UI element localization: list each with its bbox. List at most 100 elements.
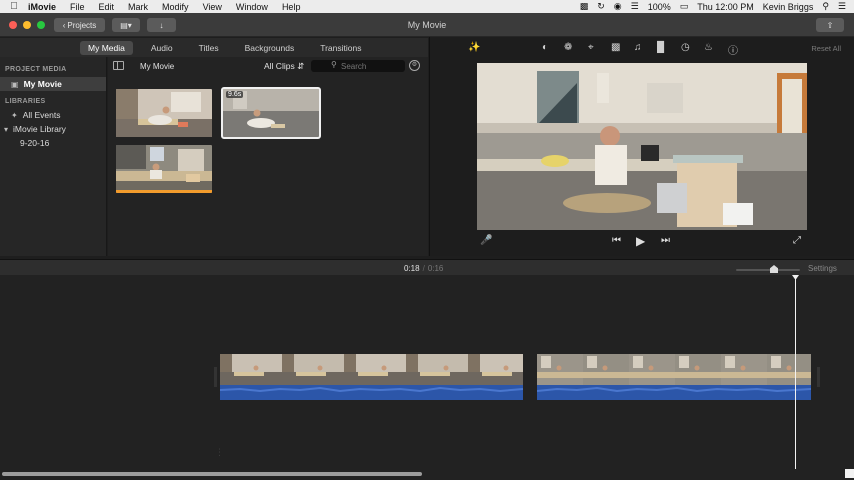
waveform-1 <box>220 385 523 400</box>
clip-1-frames <box>220 354 523 385</box>
menu-user[interactable]: Kevin Briggs <box>763 2 814 12</box>
notification-center-icon[interactable]: ☰ <box>838 1 846 12</box>
battery-icon[interactable]: ▭ <box>680 1 689 12</box>
tab-backgrounds[interactable]: Backgrounds <box>237 41 303 55</box>
waveform-2 <box>537 385 811 400</box>
timeline-corner-control[interactable] <box>845 469 854 478</box>
sidebar-item-imovie-library[interactable]: ▾ iMovie Library <box>0 122 106 136</box>
share-button[interactable]: ⇧ <box>816 18 844 32</box>
tab-my-media[interactable]: My Media <box>80 40 133 55</box>
clip-1-filmstrip <box>220 354 523 385</box>
adjustments-bar: ✨ ◐ ❁ ⌖ ▩ ♫ █ ◷ ♨ ⓘ Reset All <box>430 39 854 57</box>
menu-mark[interactable]: Mark <box>128 2 148 12</box>
volume-icon[interactable]: ♫ <box>634 42 642 53</box>
zoom-slider-thumb[interactable] <box>770 265 778 273</box>
sidebar-item-label: iMovie Library <box>13 124 66 134</box>
timeline-clip-2[interactable] <box>537 354 811 400</box>
browser-header: My Movie All Clips ⇵ ⚲ ⚙ <box>108 57 428 75</box>
timeline-scrollbar[interactable] <box>2 472 422 476</box>
sidebar-item-label: All Events <box>22 110 61 120</box>
tab-transitions[interactable]: Transitions <box>312 41 369 55</box>
window-toolbar: ‹ Projects ▤▾ ↓ My Movie ⇧ <box>0 13 854 37</box>
info-icon[interactable]: ⓘ <box>728 42 738 57</box>
menu-file[interactable]: File <box>70 2 85 12</box>
clip-thumbnail-1[interactable] <box>116 89 212 137</box>
window-title: My Movie <box>407 20 447 30</box>
clip-1-audio-waveform <box>220 385 523 400</box>
speed-icon[interactable]: ◷ <box>681 42 690 53</box>
sidebar-item-all-events[interactable]: ✦ All Events <box>0 108 106 122</box>
project-media-heading: PROJECT MEDIA <box>5 66 67 73</box>
color-balance-icon[interactable]: ◐ <box>542 42 548 53</box>
browser-title: My Movie <box>140 62 175 71</box>
video-frame-image <box>477 63 807 230</box>
menu-clock[interactable]: Thu 12:00 PM <box>697 2 754 12</box>
used-range-bar <box>116 190 212 193</box>
star-icon: ✦ <box>11 110 18 120</box>
search-field[interactable]: ⚲ <box>311 60 405 72</box>
menu-imovie[interactable]: iMovie <box>28 2 56 12</box>
clip-2-frames <box>537 354 811 385</box>
playhead[interactable] <box>795 279 796 469</box>
disclosure-triangle-icon[interactable]: ▾ <box>4 125 8 134</box>
fullscreen-icon[interactable]: ⤢ <box>793 235 801 246</box>
tab-audio[interactable]: Audio <box>143 41 181 55</box>
total-time: 0:16 <box>427 264 444 273</box>
wifi-icon[interactable]: ☰ <box>631 1 639 12</box>
clip-2-audio-waveform <box>537 385 811 400</box>
timecode: 0:18/0:16 <box>404 264 443 273</box>
clip-thumbnail-3[interactable] <box>116 145 212 193</box>
clip-thumbnail-2[interactable]: 9.6s <box>221 87 321 139</box>
clip-1-image <box>116 89 212 137</box>
timeline-clip-1[interactable] <box>220 354 523 400</box>
clip-trim-handle[interactable] <box>214 367 217 387</box>
clip-duration-badge: 9.6s <box>226 91 244 98</box>
film-icon: ▣ <box>11 79 19 89</box>
airplay-icon[interactable]: ▩ <box>580 1 589 12</box>
menu-view[interactable]: View <box>203 2 222 12</box>
browser-tabs: My Media Audio Titles Backgrounds Transi… <box>0 38 428 57</box>
skip-back-icon[interactable]: ⏮ <box>612 235 621 246</box>
playback-controls: 🎤 ⏮ ▶ ⏭ ⤢ <box>430 234 854 251</box>
voiceover-track-icon: ⋮ <box>215 447 224 457</box>
timeline-settings-button[interactable]: Settings <box>808 264 837 273</box>
skip-forward-icon[interactable]: ⏭ <box>661 235 670 246</box>
battery-percent: 100% <box>647 1 671 12</box>
clip-filter-select[interactable]: All Clips ⇵ <box>264 61 304 72</box>
sidebar-toggle-icon[interactable] <box>113 61 124 70</box>
stabilization-icon[interactable]: ▩ <box>611 42 620 53</box>
menu-modify[interactable]: Modify <box>162 2 189 12</box>
apple-menu-icon[interactable]:  <box>0 1 28 12</box>
video-preview[interactable] <box>477 63 807 230</box>
up-down-chevron-icon: ⇵ <box>297 61 305 71</box>
sidebar-item-label: 9-20-16 <box>20 138 50 148</box>
viewer: ✨ ◐ ❁ ⌖ ▩ ♫ █ ◷ ♨ ⓘ Reset All 🎤 ⏮ ▶ ⏭ ⤢ <box>429 37 854 256</box>
menu-help[interactable]: Help <box>282 2 301 12</box>
timeline-header: 0:18/0:16 Settings <box>0 259 854 275</box>
menu-bar:  iMovie File Edit Mark Modify View Wind… <box>0 0 854 13</box>
spotlight-icon[interactable]: ⚲ <box>822 1 829 12</box>
search-input[interactable] <box>341 61 401 71</box>
clip-2-filmstrip <box>537 354 811 385</box>
sync-icon[interactable]: ↻ <box>597 1 605 12</box>
timeline[interactable]: ⋮ <box>0 275 854 480</box>
voiceover-mic-icon[interactable]: 🎤 <box>480 235 492 246</box>
sidebar-item-my-movie[interactable]: ▣ My Movie <box>0 77 106 91</box>
libraries-heading: LIBRARIES <box>5 98 46 105</box>
clip-trim-handle[interactable] <box>817 367 820 387</box>
magic-wand-icon[interactable]: ✨ <box>468 42 480 53</box>
play-icon[interactable]: ▶ <box>636 234 645 248</box>
menu-edit[interactable]: Edit <box>99 2 115 12</box>
sidebar-item-event[interactable]: 9-20-16 <box>0 136 106 150</box>
equalizer-icon[interactable]: █ <box>657 42 664 53</box>
zoom-slider[interactable] <box>736 269 800 271</box>
menu-window[interactable]: Window <box>236 2 268 12</box>
tab-titles[interactable]: Titles <box>191 41 227 55</box>
crop-icon[interactable]: ⌖ <box>588 42 594 53</box>
color-correction-icon[interactable]: ❁ <box>564 42 572 53</box>
browser-settings-icon[interactable]: ⚙ <box>409 60 420 71</box>
current-time: 0:18 <box>404 264 420 273</box>
clip-filter-icon[interactable]: ♨ <box>704 42 713 53</box>
record-icon[interactable]: ◉ <box>614 1 622 12</box>
reset-all-button[interactable]: Reset All <box>811 44 841 53</box>
